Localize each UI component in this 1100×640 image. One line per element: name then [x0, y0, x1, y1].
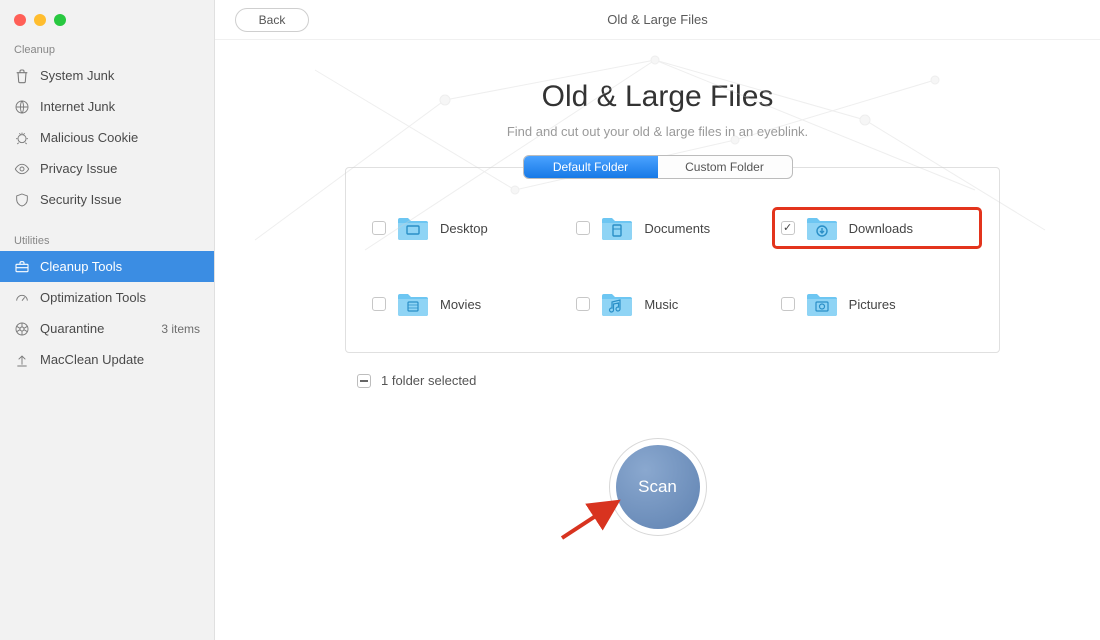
selection-master-checkbox[interactable] — [357, 374, 371, 388]
sidebar: Cleanup System Junk Internet Junk Malici… — [0, 0, 215, 640]
folder-label: Pictures — [849, 297, 896, 312]
shield-icon — [14, 192, 30, 208]
topbar-title: Old & Large Files — [607, 12, 707, 27]
sidebar-item-quarantine[interactable]: Quarantine 3 items — [0, 313, 214, 344]
folder-icon — [805, 214, 839, 242]
selection-summary-row: 1 folder selected — [357, 373, 1100, 388]
folder-icon — [805, 290, 839, 318]
sidebar-label: MacClean Update — [40, 352, 144, 367]
sidebar-section-utilities-label: Utilities — [0, 229, 214, 251]
folder-label: Downloads — [849, 221, 913, 236]
back-button[interactable]: Back — [235, 8, 309, 32]
folder-label: Documents — [644, 221, 710, 236]
folder-cell-desktop: Desktop — [366, 210, 570, 246]
sidebar-label: System Junk — [40, 68, 114, 83]
sidebar-item-cleanup-tools[interactable]: Cleanup Tools — [0, 251, 214, 282]
sidebar-label: Security Issue — [40, 192, 122, 207]
sidebar-badge: 3 items — [161, 322, 200, 336]
folder-cell-music: Music — [570, 286, 774, 322]
folder-icon — [396, 214, 430, 242]
quarantine-icon — [14, 321, 30, 337]
hero-title: Old & Large Files — [235, 80, 1080, 114]
folder-checkbox-downloads[interactable] — [781, 221, 795, 235]
minimize-window-button[interactable] — [34, 14, 46, 26]
upload-icon — [14, 352, 30, 368]
folder-icon — [600, 290, 634, 318]
selection-summary-text: 1 folder selected — [381, 373, 476, 388]
close-window-button[interactable] — [14, 14, 26, 26]
folder-icon — [600, 214, 634, 242]
sidebar-item-security-issue[interactable]: Security Issue — [0, 184, 214, 215]
tab-label: Custom Folder — [685, 160, 764, 174]
folder-panel: Desktop Documents Downloads Movies Music Pict… — [345, 167, 1000, 353]
app-window: Cleanup System Junk Internet Junk Malici… — [0, 0, 1100, 640]
sidebar-label: Cleanup Tools — [40, 259, 122, 274]
hero: Old & Large Files Find and cut out your … — [215, 40, 1100, 155]
gauge-icon — [14, 290, 30, 306]
folder-checkbox-desktop[interactable] — [372, 221, 386, 235]
folder-tabs: Default Folder Custom Folder — [523, 155, 793, 179]
hero-subtitle: Find and cut out your old & large files … — [235, 124, 1080, 139]
folder-checkbox-documents[interactable] — [576, 221, 590, 235]
bug-icon — [14, 130, 30, 146]
sidebar-label: Internet Junk — [40, 99, 115, 114]
tab-label: Default Folder — [553, 160, 628, 174]
sidebar-section-cleanup-label: Cleanup — [0, 38, 214, 60]
back-button-label: Back — [259, 13, 286, 27]
sidebar-item-malicious-cookie[interactable]: Malicious Cookie — [0, 122, 214, 153]
trash-icon — [14, 68, 30, 84]
folder-cell-pictures: Pictures — [775, 286, 979, 322]
globe-icon — [14, 99, 30, 115]
sidebar-item-privacy-issue[interactable]: Privacy Issue — [0, 153, 214, 184]
toolbox-icon — [14, 259, 30, 275]
window-controls — [0, 0, 214, 38]
folder-label: Desktop — [440, 221, 488, 236]
scan-button[interactable]: Scan — [616, 445, 700, 529]
sidebar-label: Privacy Issue — [40, 161, 117, 176]
folder-label: Music — [644, 297, 678, 312]
fullscreen-window-button[interactable] — [54, 14, 66, 26]
sidebar-item-optimization-tools[interactable]: Optimization Tools — [0, 282, 214, 313]
folder-cell-downloads: Downloads — [775, 210, 979, 246]
sidebar-label: Quarantine — [40, 321, 104, 336]
folder-checkbox-movies[interactable] — [372, 297, 386, 311]
tab-default-folder[interactable]: Default Folder — [524, 156, 658, 178]
sidebar-label: Optimization Tools — [40, 290, 146, 305]
sidebar-item-update[interactable]: MacClean Update — [0, 344, 214, 375]
sidebar-item-system-junk[interactable]: System Junk — [0, 60, 214, 91]
folder-cell-documents: Documents — [570, 210, 774, 246]
scan-button-label: Scan — [638, 477, 677, 497]
folder-label: Movies — [440, 297, 481, 312]
eye-icon — [14, 161, 30, 177]
scan-area: Scan — [215, 438, 1100, 536]
folder-checkbox-pictures[interactable] — [781, 297, 795, 311]
folder-cell-movies: Movies — [366, 286, 570, 322]
tab-custom-folder[interactable]: Custom Folder — [658, 156, 792, 178]
sidebar-item-internet-junk[interactable]: Internet Junk — [0, 91, 214, 122]
folder-checkbox-music[interactable] — [576, 297, 590, 311]
sidebar-label: Malicious Cookie — [40, 130, 138, 145]
scan-button-ring: Scan — [609, 438, 707, 536]
main-area: Back Old & Large Files Old & Large Files… — [215, 0, 1100, 640]
folder-icon — [396, 290, 430, 318]
topbar: Back Old & Large Files — [215, 0, 1100, 40]
